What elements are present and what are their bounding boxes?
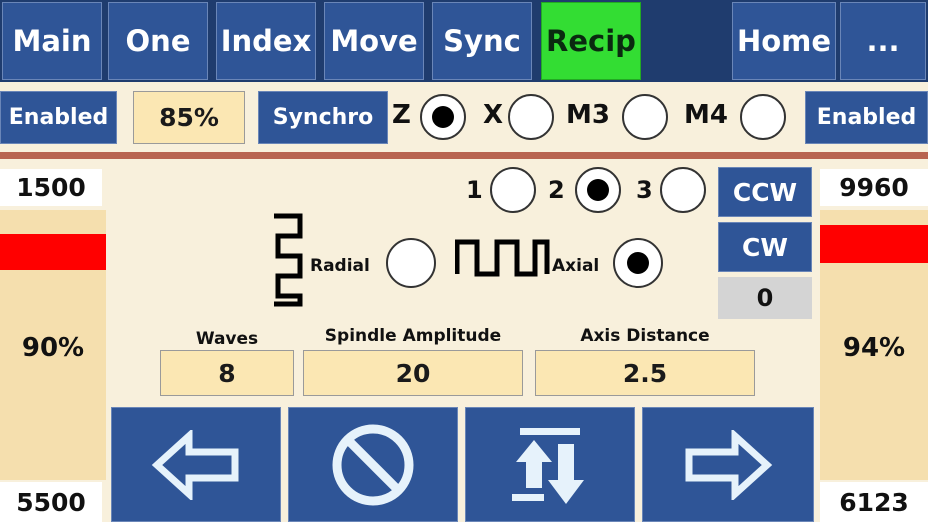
value-label: 0	[756, 284, 774, 312]
option-1-label: 1	[466, 176, 483, 204]
radio-dot	[587, 179, 609, 201]
option-3-label: 3	[636, 176, 653, 204]
tab-label: One	[125, 24, 191, 58]
button-label: Enabled	[816, 105, 917, 130]
tab-label: Move	[330, 24, 418, 58]
ccw-button[interactable]: CCW	[718, 167, 812, 217]
tab-move[interactable]: Move	[324, 2, 424, 80]
divider	[0, 152, 928, 159]
percent-value: 85%	[133, 91, 245, 144]
reverse-button[interactable]	[465, 407, 635, 522]
axis-m3-radio[interactable]	[622, 94, 668, 140]
field-value: 8	[218, 358, 236, 388]
axial-wave-icon	[455, 239, 550, 277]
tab-bar: Main One Index Move Sync Recip Home ...	[0, 0, 928, 82]
value-label: 6123	[839, 487, 909, 517]
button-label: Enabled	[8, 105, 109, 130]
tab-empty	[648, 2, 728, 80]
stop-icon	[332, 424, 414, 505]
tab-main[interactable]: Main	[2, 2, 102, 80]
value-label: 5500	[16, 487, 86, 517]
radio-dot	[627, 252, 649, 274]
tab-label: Index	[220, 24, 312, 58]
value-label: 94%	[842, 333, 906, 363]
cw-button[interactable]: CW	[718, 222, 812, 272]
right-level-marker	[820, 225, 928, 263]
left-bottom-value: 5500	[0, 482, 102, 522]
tab-one[interactable]: One	[108, 2, 208, 80]
value-label: 1500	[16, 173, 86, 202]
tab-index[interactable]: Index	[216, 2, 316, 80]
axis-m4-radio[interactable]	[740, 94, 786, 140]
distance-field[interactable]: 2.5	[535, 350, 755, 396]
previous-button[interactable]	[111, 407, 281, 522]
right-bottom-value: 6123	[820, 482, 928, 522]
axis-z-radio[interactable]	[420, 94, 466, 140]
next-button[interactable]	[642, 407, 814, 522]
tab-label: Recip	[546, 24, 636, 58]
tab-label: ...	[866, 24, 900, 58]
waves-field[interactable]: 8	[160, 350, 294, 396]
left-level-marker	[0, 234, 106, 270]
button-label: CW	[742, 232, 788, 262]
arrow-left-icon	[151, 429, 239, 500]
tab-home[interactable]: Home	[732, 2, 836, 80]
right-percent-label: 94%	[820, 328, 928, 368]
field-label: Spindle Amplitude	[324, 326, 502, 346]
enabled-right-button[interactable]: Enabled	[805, 91, 928, 144]
value-label: 90%	[21, 333, 85, 363]
button-label: CCW	[732, 177, 798, 207]
left-top-value: 1500	[0, 169, 102, 206]
field-value: 20	[395, 358, 431, 388]
value-label: 9960	[839, 173, 909, 202]
axis-x-radio[interactable]	[508, 94, 554, 140]
tab-more[interactable]: ...	[840, 2, 926, 80]
radio-dot	[432, 106, 454, 128]
option-2-radio[interactable]	[575, 167, 621, 213]
tab-sync[interactable]: Sync	[432, 2, 532, 80]
amplitude-field[interactable]: 20	[303, 350, 523, 396]
enabled-left-button[interactable]: Enabled	[0, 91, 117, 144]
button-label: Synchro	[272, 105, 374, 130]
distance-label: Axis Distance	[535, 325, 755, 347]
direction-counter: 0	[718, 277, 812, 319]
radial-wave-icon	[274, 213, 303, 307]
value-label: 85%	[159, 103, 219, 132]
axial-radio[interactable]	[613, 238, 663, 288]
tab-label: Sync	[443, 24, 521, 58]
reverse-icon	[512, 427, 584, 504]
axis-z-label: Z	[392, 100, 411, 130]
axial-label: Axial	[552, 256, 600, 276]
waves-label: Waves	[160, 328, 294, 350]
tab-label: Home	[736, 24, 832, 58]
field-label: Waves	[195, 329, 259, 349]
option-2-label: 2	[548, 176, 565, 204]
field-value: 2.5	[622, 358, 668, 388]
right-top-value: 9960	[820, 169, 928, 206]
option-3-radio[interactable]	[660, 167, 706, 213]
synchro-button[interactable]: Synchro	[258, 91, 388, 144]
left-percent-label: 90%	[0, 328, 106, 368]
radial-label: Radial	[310, 256, 370, 276]
field-label: Axis Distance	[580, 326, 710, 346]
radial-radio[interactable]	[386, 238, 436, 288]
axis-m3-label: M3	[566, 100, 610, 130]
arrow-right-icon	[685, 429, 773, 500]
amplitude-label: Spindle Amplitude	[303, 325, 523, 347]
tab-recip[interactable]: Recip	[541, 2, 641, 80]
tab-label: Main	[12, 24, 92, 58]
option-1-radio[interactable]	[490, 167, 536, 213]
axis-m4-label: M4	[684, 100, 728, 130]
axis-x-label: X	[483, 100, 504, 130]
stop-button[interactable]	[288, 407, 458, 522]
